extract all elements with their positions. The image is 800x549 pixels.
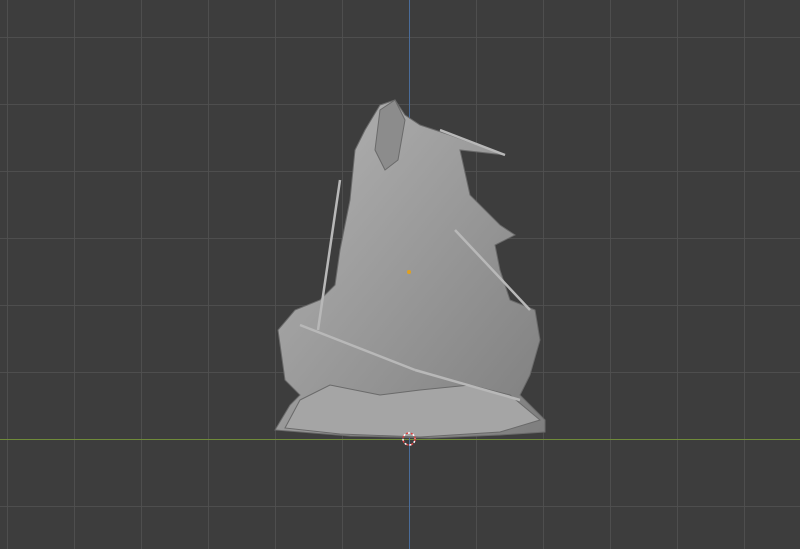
model-render[interactable] <box>0 0 800 549</box>
statue-model <box>274 99 546 439</box>
object-origin-icon <box>407 270 411 274</box>
3d-viewport[interactable] <box>0 0 800 549</box>
